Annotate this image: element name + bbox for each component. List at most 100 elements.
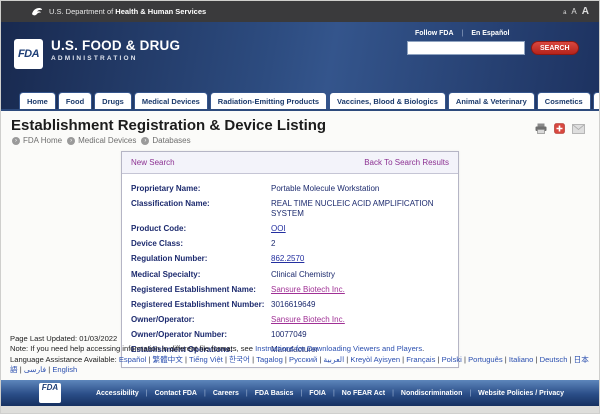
banner-title: U.S. FOOD & DRUG ADMINISTRATION (51, 38, 180, 62)
record-row: Registered Establishment Name:Sansure Bi… (131, 282, 449, 297)
breadcrumb-label: FDA Home (23, 136, 62, 145)
record-row: Classification Name:REAL TIME NUCLEIC AC… (131, 196, 449, 221)
nav-tab-cosmetics[interactable]: Cosmetics (537, 92, 591, 109)
footer-link[interactable]: Careers (213, 390, 239, 397)
language-assistance: Language Assistance Available: Español |… (10, 355, 596, 376)
follow-fda-link[interactable]: Follow FDA (415, 30, 454, 37)
record-value: Clinical Chemistry (271, 270, 449, 280)
footer-link[interactable]: FOIA (309, 390, 326, 397)
banner-title-main: U.S. FOOD & DRUG (51, 38, 180, 53)
language-link[interactable]: فارسی (22, 365, 46, 374)
divider: | (300, 390, 302, 397)
divider: | (392, 390, 394, 397)
footer-link[interactable]: Website Policies / Privacy (478, 390, 564, 397)
footer-bar: FDA Accessibility | Contact FDA | Careers | FD… (1, 380, 599, 406)
language-link[interactable]: العربية (321, 355, 344, 364)
viewers-players-link[interactable]: Instructions for Downloading Viewers and… (255, 344, 422, 353)
text-size-controls: a A A (563, 6, 589, 17)
text-size-medium-button[interactable]: A (571, 7, 576, 16)
nav-tab-medical-devices[interactable]: Medical Devices (134, 92, 208, 109)
record-value[interactable]: Sansure Biotech Inc. (271, 285, 449, 295)
divider: | (204, 390, 206, 397)
record-row: Proprietary Name:Portable Molecule Works… (131, 181, 449, 196)
footer-link[interactable]: Contact FDA (155, 390, 197, 397)
footer-fda-logo[interactable]: FDA (39, 383, 61, 403)
language-link[interactable]: Русский (287, 355, 317, 364)
record-panel-header: New Search Back To Search Results (122, 152, 458, 174)
record-row: Product Code:OOI (131, 221, 449, 236)
record-label: Regulation Number: (131, 254, 271, 264)
note-text: Note: If you need help accessing informa… (10, 344, 255, 353)
text-size-small-button[interactable]: a (563, 10, 566, 16)
breadcrumb-label: Medical Devices (78, 136, 136, 145)
record-value[interactable]: OOI (271, 224, 449, 234)
footer-notes: Page Last Updated: 01/03/2022 Note: If y… (10, 334, 596, 376)
email-icon[interactable] (572, 121, 585, 139)
nav-tab-drugs[interactable]: Drugs (94, 92, 132, 109)
new-search-link[interactable]: New Search (131, 158, 175, 167)
language-link[interactable]: Polski (439, 355, 461, 364)
language-link[interactable]: 한국어 (227, 355, 250, 364)
nav-tab-tobacco-products[interactable]: Tobacco Products (593, 92, 600, 109)
divider: | (469, 390, 471, 397)
record-label: Product Code: (131, 224, 271, 234)
language-link[interactable]: Italiano (507, 355, 534, 364)
back-to-search-results-link[interactable]: Back To Search Results (364, 158, 449, 167)
search-button[interactable]: SEARCH (531, 41, 579, 55)
language-link[interactable]: Tiếng Việt (187, 355, 223, 364)
breadcrumb-arrow-icon: › (141, 137, 149, 145)
share-icon[interactable] (554, 121, 565, 139)
nav-tabs: HomeFoodDrugsMedical DevicesRadiation-Em… (19, 92, 600, 109)
language-link[interactable]: Deutsch (537, 355, 567, 364)
footer-link[interactable]: FDA Basics (255, 390, 294, 397)
divider: | (146, 390, 148, 397)
record-row: Device Class:2 (131, 237, 449, 252)
record-label: Owner/Operator: (131, 315, 271, 325)
search-input[interactable] (407, 41, 525, 55)
nav-tab-animal-veterinary[interactable]: Animal & Veterinary (448, 92, 535, 109)
record-value[interactable]: 862.2570 (271, 254, 449, 264)
breadcrumb-medical-devices[interactable]: ›Medical Devices (67, 136, 136, 145)
footer-link[interactable]: Nondiscrimination (401, 390, 462, 397)
footer-link[interactable]: Accessibility (96, 390, 139, 397)
record-value: 3016619649 (271, 300, 449, 310)
breadcrumb-fda-home[interactable]: ›FDA Home (12, 136, 62, 145)
divider: | (462, 30, 464, 37)
nav-tab-home[interactable]: Home (19, 92, 56, 109)
breadcrumb-label: Databases (152, 136, 190, 145)
record-row: Regulation Number:862.2570 (131, 252, 449, 267)
divider: | (246, 390, 248, 397)
nav-tab-food[interactable]: Food (58, 92, 92, 109)
banner-title-sub: ADMINISTRATION (51, 55, 180, 62)
print-icon[interactable] (535, 121, 547, 139)
record-value[interactable]: Sansure Biotech Inc. (271, 315, 449, 325)
banner-right: Follow FDA | En Español SEARCH (407, 30, 577, 55)
en-espanol-link[interactable]: En Español (471, 30, 509, 37)
language-link[interactable]: Français (404, 355, 435, 364)
record-row: Registered Establishment Number:30166196… (131, 297, 449, 312)
language-link[interactable]: Português (466, 355, 503, 364)
text-size-large-button[interactable]: A (582, 6, 589, 17)
language-link[interactable]: Kreyòl Ayisyen (348, 355, 400, 364)
page-title: Establishment Registration & Device List… (11, 117, 326, 134)
footer-link[interactable]: No FEAR Act (342, 390, 385, 397)
fda-banner: FDA U.S. FOOD & DRUG ADMINISTRATION Foll… (1, 22, 599, 111)
language-link[interactable]: Español (119, 355, 146, 364)
record-label: Registered Establishment Number: (131, 300, 271, 310)
record-value: Portable Molecule Workstation (271, 184, 449, 194)
record-row: Owner/Operator:Sansure Biotech Inc. (131, 313, 449, 328)
language-link[interactable]: 繁體中文 (150, 355, 182, 364)
record-value: 2 (271, 239, 449, 249)
fda-logo[interactable]: FDA (14, 39, 43, 69)
agency-title: U.S. Department of Health & Human Servic… (49, 7, 206, 16)
hhs-top-bar: U.S. Department of Health & Human Servic… (1, 1, 599, 22)
language-link[interactable]: English (50, 365, 77, 374)
breadcrumb-databases[interactable]: ›Databases (141, 136, 190, 145)
note-period: . (422, 344, 424, 353)
nav-tab-vaccines-blood-biologics[interactable]: Vaccines, Blood & Biologics (329, 92, 446, 109)
language-link[interactable]: Tagalog (254, 355, 283, 364)
nav-tab-radiation-emitting-products[interactable]: Radiation-Emitting Products (210, 92, 327, 109)
breadcrumb-arrow-icon: › (67, 137, 75, 145)
page-last-updated: Page Last Updated: 01/03/2022 (10, 334, 596, 344)
page-action-icons (535, 121, 585, 139)
